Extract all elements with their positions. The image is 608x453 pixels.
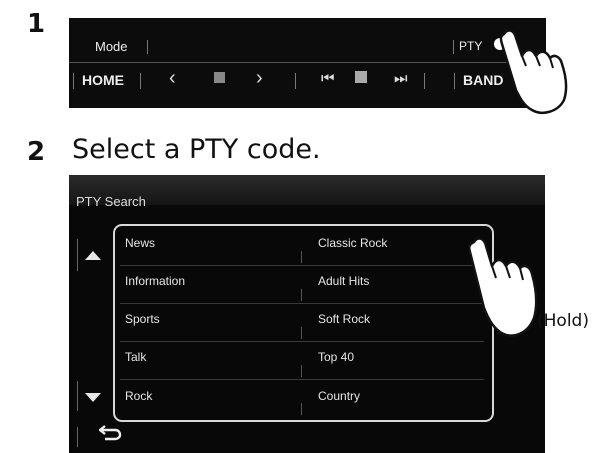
divider	[301, 251, 302, 263]
pty-item-classic-rock[interactable]: Classic Rock	[318, 236, 387, 250]
divider	[120, 379, 484, 380]
divider	[453, 40, 454, 54]
arrow-up-icon[interactable]	[85, 251, 101, 260]
divider	[120, 341, 484, 342]
divider	[147, 40, 148, 54]
divider	[424, 73, 425, 89]
pty-item-adult-hits[interactable]: Adult Hits	[318, 274, 369, 288]
divider	[301, 403, 302, 415]
mode-button[interactable]: Mode	[95, 39, 128, 54]
divider	[77, 239, 78, 271]
divider	[295, 73, 296, 89]
divider	[77, 427, 78, 447]
step-2-number: 2	[27, 137, 46, 167]
divider	[140, 73, 141, 89]
pause-icon[interactable]	[355, 71, 367, 83]
pty-item-country[interactable]: Country	[318, 389, 360, 403]
pty-item-rock[interactable]: Rock	[125, 389, 152, 403]
home-button[interactable]: HOME	[82, 72, 124, 88]
pty-item-information[interactable]: Information	[125, 274, 185, 288]
arrow-down-icon[interactable]	[85, 393, 101, 402]
pty-button[interactable]: PTY	[459, 39, 482, 53]
pty-item-news[interactable]: News	[125, 236, 155, 250]
source-control-screen: Mode PTY HOME ‹ › ⏮ ⏭ BAND	[69, 18, 546, 108]
pty-list	[113, 224, 494, 422]
divider	[301, 327, 302, 339]
pty-item-soft-rock[interactable]: Soft Rock	[318, 312, 370, 326]
step-2-instruction: Select a PTY code.	[72, 134, 321, 165]
back-arrow-icon[interactable]	[97, 423, 123, 441]
divider	[73, 73, 74, 89]
screen-title: PTY Search	[76, 194, 146, 209]
pty-item-talk[interactable]: Talk	[125, 350, 146, 364]
skip-previous-icon[interactable]: ⏮	[321, 70, 335, 87]
hold-label: (Hold)	[537, 311, 589, 331]
step-1-number: 1	[27, 9, 46, 39]
pty-item-top-40[interactable]: Top 40	[318, 350, 354, 364]
divider	[69, 62, 546, 63]
chevron-left-icon[interactable]: ‹	[169, 67, 176, 90]
divider	[301, 289, 302, 301]
pty-item-sports[interactable]: Sports	[125, 312, 160, 326]
hand-press-icon	[499, 29, 568, 114]
skip-next-icon[interactable]: ⏭	[394, 70, 408, 87]
divider	[120, 265, 484, 266]
divider	[454, 73, 455, 89]
stop-square-icon[interactable]	[214, 72, 225, 83]
divider	[301, 365, 302, 377]
hand-hold-icon	[467, 237, 538, 337]
divider	[77, 381, 78, 411]
divider	[120, 303, 484, 304]
chevron-right-icon[interactable]: ›	[256, 67, 263, 90]
